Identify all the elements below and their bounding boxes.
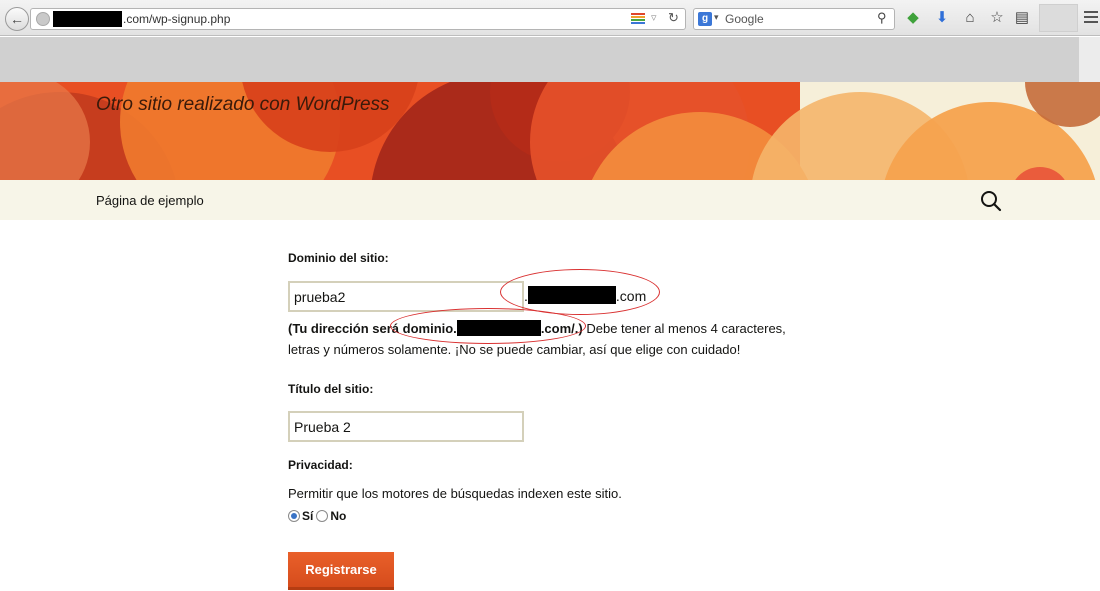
- scrollbar-strip: [1079, 37, 1100, 82]
- url-history-dropdown-icon[interactable]: ▿: [651, 11, 657, 24]
- url-bar[interactable]: .com/wp-signup.php ▿ ↻: [30, 8, 686, 30]
- search-input[interactable]: Google: [725, 12, 764, 26]
- search-icon[interactable]: ⚲: [877, 10, 887, 26]
- search-bar[interactable]: g ▾ Google ⚲: [693, 8, 895, 30]
- site-search-icon[interactable]: [980, 190, 1002, 212]
- reload-icon[interactable]: ↻: [668, 10, 679, 26]
- site-description: Otro sitio realizado con WordPress: [96, 94, 390, 115]
- feed-icon[interactable]: [631, 13, 645, 25]
- site-header: Otro sitio realizado con WordPress: [0, 82, 1100, 180]
- menu-icon[interactable]: [1084, 8, 1098, 26]
- privacy-yes-radio[interactable]: [288, 510, 300, 522]
- privacy-no-label[interactable]: No: [330, 509, 346, 523]
- url-text: .com/wp-signup.php: [123, 12, 231, 26]
- privacy-yes-label[interactable]: Sí: [302, 509, 313, 523]
- search-engine-caret-icon[interactable]: ▾: [714, 12, 719, 23]
- privacy-label: Privacidad:: [288, 458, 353, 472]
- gray-banner: [0, 37, 1079, 82]
- title-input[interactable]: [288, 411, 524, 442]
- google-logo-icon[interactable]: g: [698, 12, 712, 26]
- privacy-no-radio[interactable]: [316, 510, 329, 522]
- privacy-options: Sí No: [288, 509, 346, 523]
- toolbar-blank-area: [1039, 4, 1078, 32]
- privacy-description: Permitir que los motores de búsquedas in…: [288, 486, 622, 501]
- register-button[interactable]: Registrarse: [288, 552, 394, 590]
- nav-item-pagina-de-ejemplo[interactable]: Página de ejemplo: [96, 193, 204, 208]
- bookmarks-list-icon[interactable]: ▤: [1013, 9, 1031, 27]
- browser-toolbar: ← .com/wp-signup.php ▿ ↻ g ▾ Google ⚲ ◆ …: [0, 0, 1100, 36]
- main-navigation: Página de ejemplo: [0, 180, 1100, 220]
- bookmark-star-icon[interactable]: ☆: [988, 9, 1006, 27]
- domain-label: Dominio del sitio:: [288, 251, 389, 265]
- annotation-ellipse-hint: [390, 308, 586, 344]
- url-redaction: [53, 11, 122, 27]
- annotation-ellipse-suffix: [500, 269, 660, 315]
- globe-icon: [36, 12, 50, 26]
- home-icon[interactable]: ⌂: [961, 9, 979, 27]
- addon-leaf-icon[interactable]: ◆: [904, 9, 922, 27]
- title-label: Título del sitio:: [288, 382, 374, 396]
- download-icon[interactable]: ⬇: [933, 9, 951, 27]
- signup-form: Dominio del sitio: ..com (Tu dirección s…: [0, 220, 1100, 591]
- back-arrow-icon: ←: [10, 11, 24, 27]
- back-button[interactable]: ←: [5, 7, 29, 31]
